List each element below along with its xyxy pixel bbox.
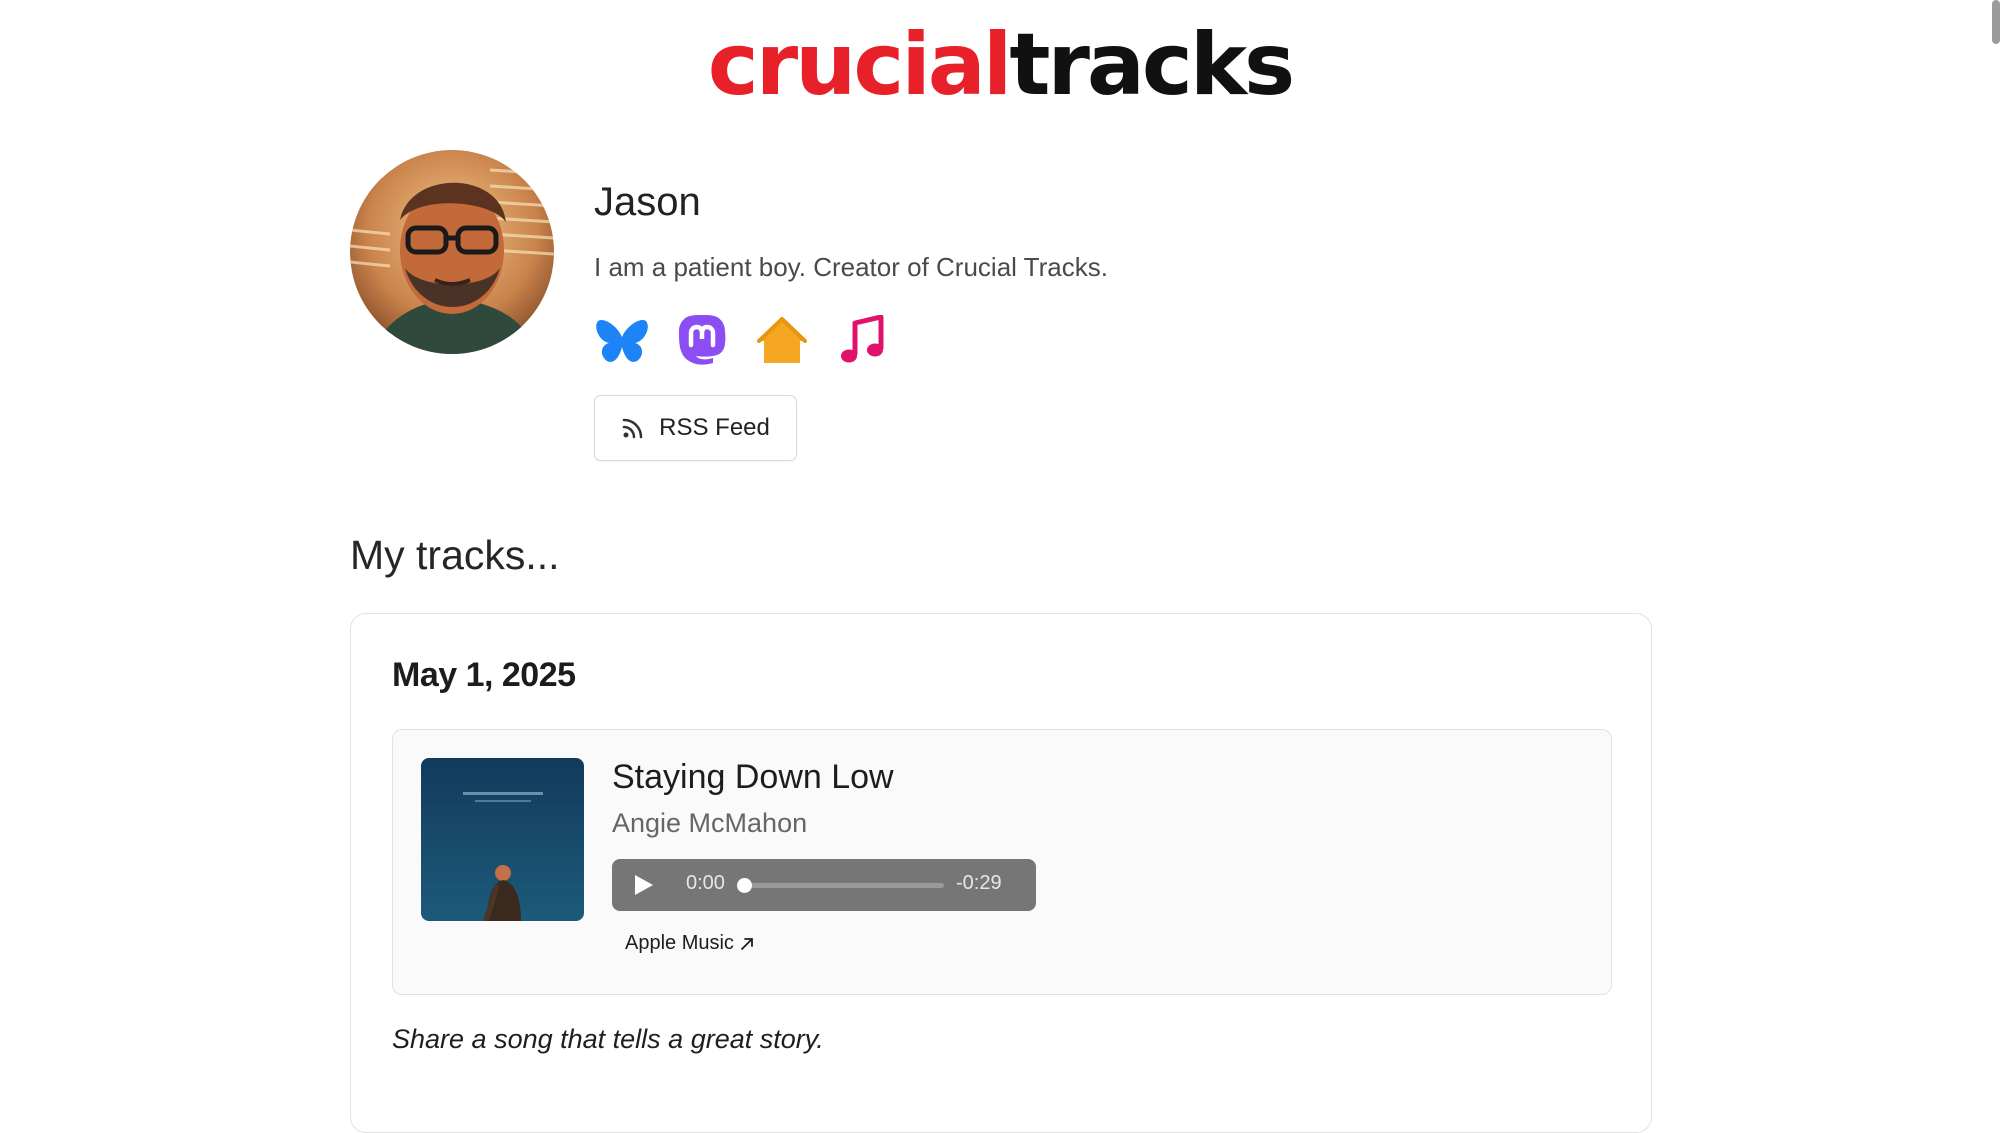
rss-icon (622, 418, 643, 439)
section-title: My tracks... (350, 532, 560, 578)
track-title: Staying Down Low (612, 758, 894, 796)
track-card: Staying Down Low Angie McMahon 0:00 -0:2… (392, 729, 1612, 995)
external-arrow-icon (741, 937, 753, 950)
bluesky-link[interactable] (594, 314, 650, 368)
apple-music-link[interactable]: Apple Music (625, 932, 754, 955)
mastodon-link[interactable] (674, 314, 730, 368)
home-icon (757, 317, 807, 363)
audio-player: 0:00 -0:29 (612, 859, 1036, 911)
play-icon (635, 875, 653, 895)
bluesky-butterfly-icon (596, 319, 648, 362)
logo-part-tracks: tracks (1009, 15, 1295, 115)
entry-date: May 1, 2025 (392, 656, 576, 694)
music-link[interactable] (834, 314, 890, 368)
avatar (350, 150, 554, 354)
rss-feed-label: RSS Feed (659, 414, 770, 441)
mastodon-icon (679, 315, 726, 365)
track-artist: Angie McMahon (612, 808, 808, 838)
page-scrollbar[interactable] (1992, 0, 2000, 44)
profile-bio: I am a patient boy. Creator of Crucial T… (594, 252, 1108, 282)
profile-name: Jason (594, 180, 701, 224)
homepage-link[interactable] (754, 314, 810, 368)
current-time: 0:00 (686, 872, 725, 894)
apple-music-label: Apple Music (625, 932, 734, 954)
logo-part-crucial: crucial (707, 15, 1013, 115)
music-note-icon (841, 315, 884, 363)
site-logo[interactable]: crucialtracks (0, 22, 2000, 108)
album-art (421, 758, 584, 921)
play-button[interactable] (634, 874, 654, 901)
remaining-time: -0:29 (956, 872, 1002, 894)
track-entry-card: May 1, 2025 Staying Down Low Angie McMah… (350, 613, 1652, 1133)
scrubber-knob[interactable] (737, 878, 752, 893)
rss-feed-button[interactable]: RSS Feed (594, 395, 797, 461)
playback-scrubber[interactable] (737, 878, 944, 893)
entry-prompt: Share a song that tells a great story. (392, 1024, 824, 1054)
